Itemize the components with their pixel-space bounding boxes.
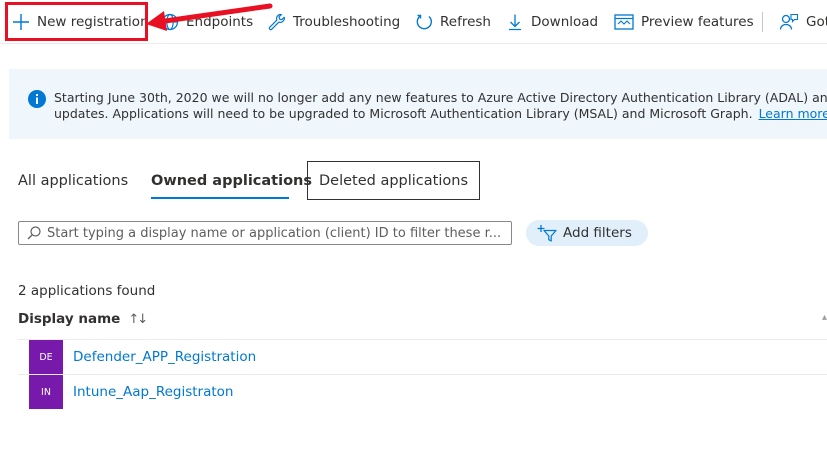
preview-features-icon <box>614 14 634 30</box>
download-button[interactable]: Download <box>506 10 598 34</box>
command-bar: New registration Endpoints Troubleshooti… <box>0 0 827 44</box>
app-avatar: DE <box>29 340 63 374</box>
feedback-person-icon <box>779 13 799 30</box>
info-icon <box>28 90 46 108</box>
refresh-icon <box>416 14 432 30</box>
table-row: IN Intune_Aap_Registraton <box>18 375 827 409</box>
add-filter-icon <box>537 225 557 242</box>
search-input[interactable] <box>47 225 507 241</box>
tab-all-applications[interactable]: All applications <box>18 162 128 200</box>
tab-owned-applications[interactable]: Owned applications <box>151 162 312 200</box>
troubleshooting-button[interactable]: Troubleshooting <box>268 10 400 34</box>
download-label: Download <box>531 14 599 30</box>
banner-message: Starting June 30th, 2020 we will no long… <box>54 90 827 122</box>
display-name-label: Display name <box>18 311 121 327</box>
results-count: 2 applications found <box>18 283 156 299</box>
globe-icon <box>161 13 179 31</box>
new-registration-label: New registration <box>37 14 149 30</box>
column-overflow-icon: ▴ <box>822 312 827 323</box>
endpoints-button[interactable]: Endpoints <box>161 10 253 34</box>
preview-features-label: Preview features <box>641 14 754 30</box>
table-row: DE Defender_APP_Registration <box>18 340 827 374</box>
learn-more-link[interactable]: Learn more <box>759 106 827 121</box>
endpoints-label: Endpoints <box>186 14 254 30</box>
app-avatar: IN <box>29 375 63 409</box>
refresh-label: Refresh <box>440 14 491 30</box>
new-registration-button[interactable]: New registration <box>12 10 149 34</box>
add-filters-button[interactable]: Add filters <box>526 220 648 246</box>
add-filters-label: Add filters <box>563 225 632 241</box>
refresh-button[interactable]: Refresh <box>415 10 491 34</box>
search-box <box>18 221 512 245</box>
display-name-column-header[interactable]: Display name ↑↓ <box>18 311 148 327</box>
active-tab-indicator <box>151 197 289 199</box>
banner-line-1: Starting June 30th, 2020 we will no long… <box>54 90 827 105</box>
sort-icon[interactable]: ↑↓ <box>128 312 148 327</box>
preview-features-button[interactable]: Preview features <box>614 10 754 34</box>
adal-deprecation-banner: Starting June 30th, 2020 we will no long… <box>9 69 827 139</box>
toolbar-separator <box>762 12 763 32</box>
banner-line-2-text: updates. Applications will need to be up… <box>54 106 753 121</box>
wrench-icon <box>268 13 285 31</box>
banner-line-2: updates. Applications will need to be up… <box>54 106 827 122</box>
tab-deleted-applications[interactable]: Deleted applications <box>307 161 480 200</box>
got-feedback-button[interactable]: Got <box>779 10 827 34</box>
app-name-link[interactable]: Defender_APP_Registration <box>73 349 256 365</box>
got-feedback-label: Got <box>806 14 827 30</box>
search-icon <box>27 226 41 240</box>
download-icon <box>509 14 521 31</box>
plus-icon <box>13 14 29 30</box>
app-registrations-page: New registration Endpoints Troubleshooti… <box>0 0 827 476</box>
app-name-link[interactable]: Intune_Aap_Registraton <box>73 384 233 400</box>
troubleshooting-label: Troubleshooting <box>293 14 401 30</box>
